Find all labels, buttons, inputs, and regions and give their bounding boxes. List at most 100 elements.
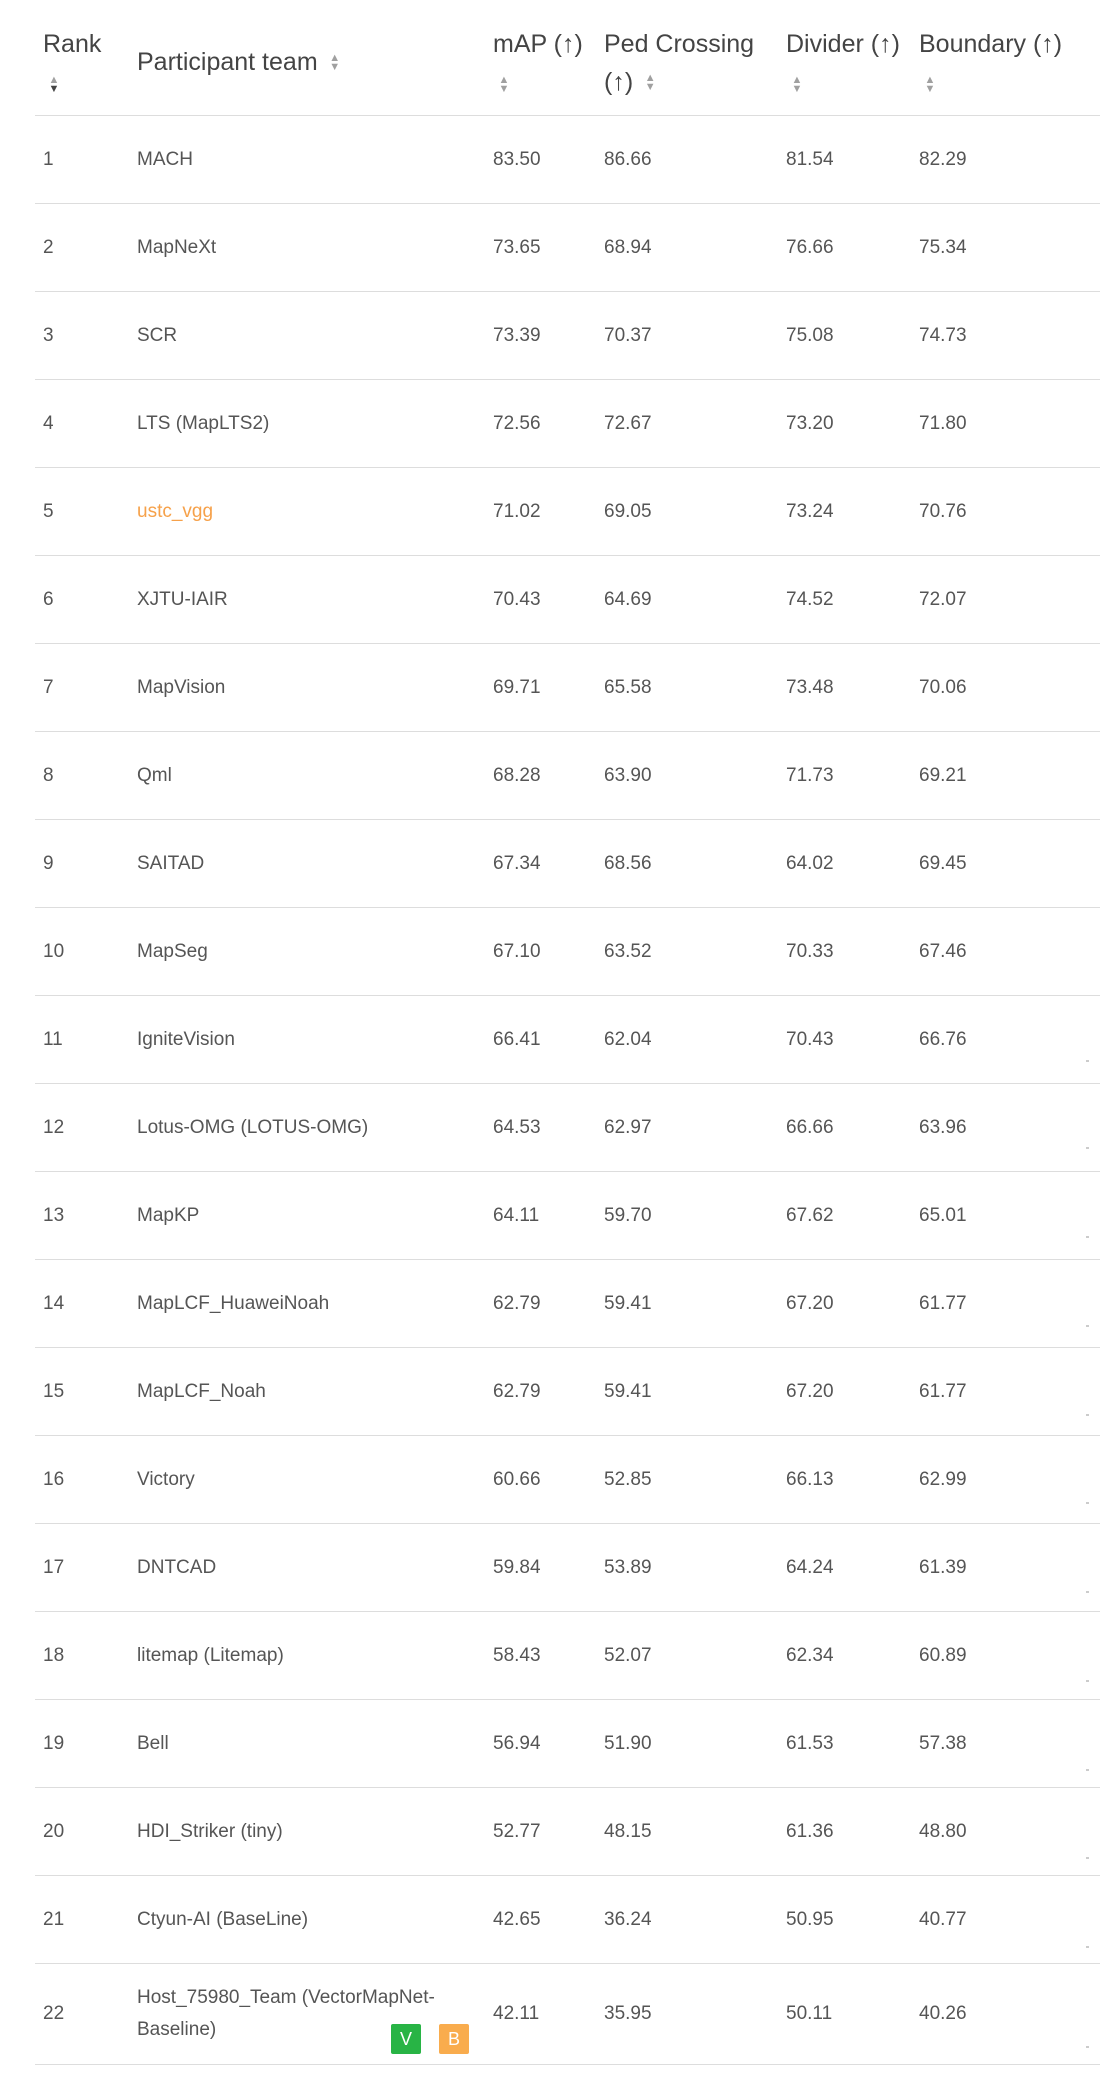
team-cell: Qml [129, 731, 485, 820]
column-header-rank-label: Rank [43, 30, 102, 58]
edge-fragment [1086, 1680, 1089, 1682]
boundary-cell: 75.34 [911, 203, 1100, 292]
sort-icon[interactable]: ▲ ▼ [328, 53, 342, 73]
column-header-rank[interactable]: Rank ▲ ▼ [35, 17, 129, 116]
team-name: MACH [137, 148, 193, 170]
divider-cell: 71.73 [778, 731, 911, 820]
divider-cell: 74.52 [778, 555, 911, 644]
table-row: 17 DNTCAD 59.84 53.89 64.24 61.39 [35, 1523, 1100, 1612]
column-header-divider[interactable]: Divider (↑) ▲ ▼ [778, 17, 911, 116]
badge-group: VB [391, 2024, 469, 2054]
rank-cell: 8 [35, 731, 129, 820]
map-cell: 67.10 [485, 907, 596, 996]
team-link[interactable]: ustc_vgg [137, 501, 213, 522]
team-cell: MapLCF_Noah [129, 1347, 485, 1436]
ped-crossing-cell: 53.89 [596, 1523, 778, 1612]
map-cell: 62.79 [485, 1347, 596, 1436]
team-wrapper: MapKP [137, 1200, 477, 1232]
column-header-boundary[interactable]: Boundary (↑) ▲ ▼ [911, 17, 1100, 116]
team-name: litemap (Litemap) [137, 1644, 284, 1666]
boundary-cell: 40.26 [911, 1963, 1100, 2065]
boundary-cell: 62.99 [911, 1435, 1100, 1524]
divider-cell: 64.02 [778, 819, 911, 908]
team-cell: MapSeg [129, 907, 485, 996]
column-header-team[interactable]: Participant team ▲ ▼ [129, 17, 485, 116]
rank-cell: 10 [35, 907, 129, 996]
sort-icon[interactable]: ▲ ▼ [47, 75, 61, 95]
map-cell: 59.84 [485, 1523, 596, 1612]
map-cell: 83.50 [485, 115, 596, 204]
boundary-cell: 40.77 [911, 1875, 1100, 1964]
leaderboard-page: Rank ▲ ▼ Participant team ▲ ▼ mAP (↑) ▲ ▼ Pe… [0, 0, 1100, 2100]
team-wrapper: XJTU-IAIR [137, 584, 477, 616]
map-cell: 66.41 [485, 995, 596, 1084]
boundary-cell: 60.89 [911, 1611, 1100, 1700]
map-cell: 69.71 [485, 643, 596, 732]
column-header-map[interactable]: mAP (↑) ▲ ▼ [485, 17, 596, 116]
boundary-cell: 48.80 [911, 1787, 1100, 1876]
team-name: LTS (MapLTS2) [137, 412, 270, 434]
header-row: Rank ▲ ▼ Participant team ▲ ▼ mAP (↑) ▲ ▼ Pe… [35, 17, 1100, 116]
table-row: 16 Victory 60.66 52.85 66.13 62.99 [35, 1435, 1100, 1524]
table-row: 10 MapSeg 67.10 63.52 70.33 67.46 [35, 907, 1100, 996]
team-cell: MACH [129, 115, 485, 204]
team-name: XJTU-IAIR [137, 588, 228, 610]
rank-cell: 12 [35, 1083, 129, 1172]
divider-cell: 73.24 [778, 467, 911, 556]
table-row: 22 Host_75980_Team (VectorMapNet-Baseline… [35, 1963, 1100, 2065]
badge-b[interactable]: B [439, 2024, 469, 2054]
rank-cell: 19 [35, 1699, 129, 1788]
ped-crossing-cell: 62.04 [596, 995, 778, 1084]
boundary-cell: 72.07 [911, 555, 1100, 644]
team-name: Qml [137, 764, 172, 786]
map-cell: 72.56 [485, 379, 596, 468]
team-cell: Host_75980_Team (VectorMapNet-Baseline) V… [129, 1963, 485, 2065]
column-header-ped-crossing[interactable]: Ped Crossing (↑) ▲ ▼ [596, 17, 778, 116]
sort-icon[interactable]: ▲ ▼ [643, 73, 657, 93]
badge-v[interactable]: V [391, 2024, 421, 2054]
team-wrapper: MACH [137, 144, 477, 176]
map-cell: 64.53 [485, 1083, 596, 1172]
map-cell: 62.79 [485, 1259, 596, 1348]
team-wrapper: HDI_Striker (tiny) [137, 1816, 477, 1848]
table-row: 19 Bell 56.94 51.90 61.53 57.38 [35, 1699, 1100, 1788]
table-row: 9 SAITAD 67.34 68.56 64.02 69.45 [35, 819, 1100, 908]
divider-cell: 67.62 [778, 1171, 911, 1260]
boundary-cell: 69.45 [911, 819, 1100, 908]
boundary-cell: 57.38 [911, 1699, 1100, 1788]
team-name: Victory [137, 1468, 195, 1490]
divider-cell: 70.43 [778, 995, 911, 1084]
boundary-cell: 65.01 [911, 1171, 1100, 1260]
edge-fragment [1086, 1414, 1089, 1416]
table-row: 20 HDI_Striker (tiny) 52.77 48.15 61.36 48.80 [35, 1787, 1100, 1876]
map-cell: 64.11 [485, 1171, 596, 1260]
rank-cell: 11 [35, 995, 129, 1084]
ped-crossing-cell: 59.70 [596, 1171, 778, 1260]
team-cell: IgniteVision [129, 995, 485, 1084]
rank-cell: 9 [35, 819, 129, 908]
team-cell[interactable]: ustc_vgg [129, 467, 485, 556]
team-cell: MapNeXt [129, 203, 485, 292]
map-cell: 56.94 [485, 1699, 596, 1788]
table-row: 3 SCR 73.39 70.37 75.08 74.73 [35, 291, 1100, 380]
team-cell: HDI_Striker (tiny) [129, 1787, 485, 1876]
team-name: Lotus-OMG (LOTUS-OMG) [137, 1116, 369, 1138]
sort-icon[interactable]: ▲ ▼ [923, 75, 937, 95]
rank-cell: 15 [35, 1347, 129, 1436]
team-name: MapSeg [137, 940, 208, 962]
team-wrapper: Victory [137, 1464, 477, 1496]
team-cell: SCR [129, 291, 485, 380]
team-name: MapNeXt [137, 236, 217, 258]
rank-cell: 20 [35, 1787, 129, 1876]
edge-fragment [1086, 1591, 1089, 1593]
ped-crossing-cell: 52.85 [596, 1435, 778, 1524]
edge-fragment [1086, 1946, 1089, 1948]
ped-crossing-cell: 70.37 [596, 291, 778, 380]
divider-cell: 66.13 [778, 1435, 911, 1524]
team-cell: Victory [129, 1435, 485, 1524]
team-wrapper: MapVision [137, 672, 477, 704]
sort-icon[interactable]: ▲ ▼ [790, 75, 804, 95]
team-wrapper: IgniteVision [137, 1024, 477, 1056]
rank-cell: 5 [35, 467, 129, 556]
sort-icon[interactable]: ▲ ▼ [497, 75, 511, 95]
